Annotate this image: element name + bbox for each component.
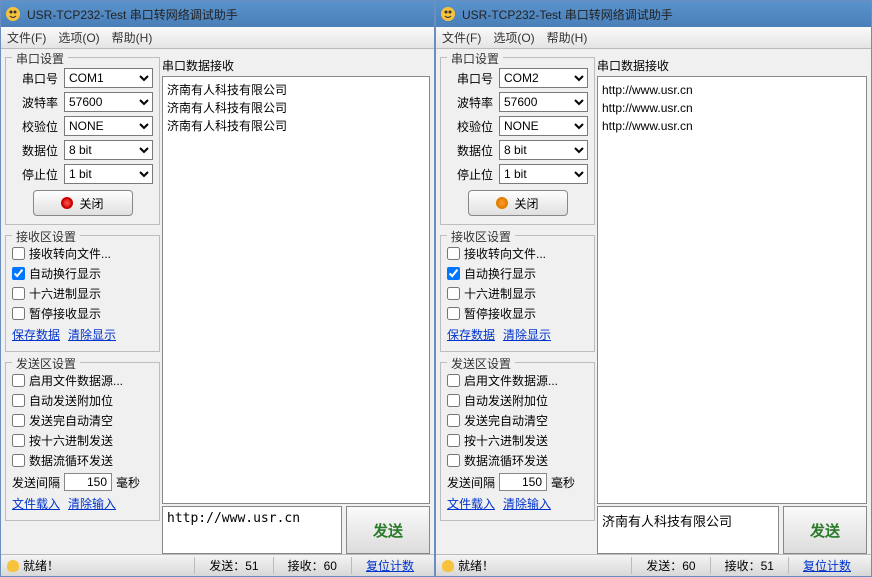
sent-count: 发送：60 bbox=[631, 557, 709, 574]
reset-counter-link[interactable]: 复位计数 bbox=[351, 557, 428, 574]
hex-display-checkbox[interactable] bbox=[447, 287, 460, 300]
hex-display-checkbox[interactable] bbox=[12, 287, 25, 300]
loop-send-checkbox[interactable] bbox=[447, 454, 460, 467]
recv-count: 接收：60 bbox=[273, 557, 351, 574]
recv-textarea[interactable]: 济南有人科技有限公司 济南有人科技有限公司 济南有人科技有限公司 bbox=[162, 76, 430, 504]
close-port-button[interactable]: 关闭 bbox=[468, 190, 568, 216]
window-0: USR-TCP232-Test 串口转网络调试助手 文件(F) 选项(O) 帮助… bbox=[0, 0, 435, 577]
databits-label: 数据位 bbox=[12, 142, 58, 159]
menubar: 文件(F) 选项(O) 帮助(H) bbox=[1, 27, 434, 49]
window-1: USR-TCP232-Test 串口转网络调试助手 文件(F) 选项(O) 帮助… bbox=[435, 0, 872, 577]
send-textarea[interactable]: 济南有人科技有限公司 bbox=[597, 506, 779, 554]
hex-send-checkbox[interactable] bbox=[12, 434, 25, 447]
send-settings-group: 发送区设置 启用文件数据源... 自动发送附加位 发送完自动清空 按十六进制发送… bbox=[5, 362, 160, 521]
recv-settings-group: 接收区设置 接收转向文件... 自动换行显示 十六进制显示 暂停接收显示 保存数… bbox=[440, 235, 595, 352]
app-icon bbox=[5, 6, 21, 22]
save-data-link[interactable]: 保存数据 bbox=[447, 328, 495, 342]
sent-count: 发送：51 bbox=[194, 557, 272, 574]
baud-label: 波特率 bbox=[447, 94, 493, 111]
recv-to-file-checkbox[interactable] bbox=[12, 247, 25, 260]
recv-count: 接收：51 bbox=[710, 557, 788, 574]
auto-append-checkbox[interactable] bbox=[12, 394, 25, 407]
group-title: 串口设置 bbox=[12, 50, 68, 67]
stopbits-select[interactable]: 1 bit bbox=[64, 164, 153, 184]
send-textarea[interactable]: http://www.usr.cn bbox=[162, 506, 342, 554]
reset-counter-link[interactable]: 复位计数 bbox=[788, 557, 865, 574]
serial-settings-group: 串口设置 串口号COM1 波特率57600 校验位NONE 数据位8 bit 停… bbox=[5, 57, 160, 225]
pause-recv-checkbox[interactable] bbox=[12, 307, 25, 320]
titlebar[interactable]: USR-TCP232-Test 串口转网络调试助手 bbox=[436, 1, 871, 27]
menu-help[interactable]: 帮助(H) bbox=[547, 29, 588, 46]
auto-append-checkbox[interactable] bbox=[447, 394, 460, 407]
stopbits-select[interactable]: 1 bit bbox=[499, 164, 588, 184]
lightbulb-icon bbox=[442, 560, 454, 572]
pause-recv-checkbox[interactable] bbox=[447, 307, 460, 320]
group-title: 串口设置 bbox=[447, 50, 503, 67]
recv-textarea[interactable]: http://www.usr.cn http://www.usr.cn http… bbox=[597, 76, 867, 504]
menu-options[interactable]: 选项(O) bbox=[58, 29, 99, 46]
file-source-checkbox[interactable] bbox=[12, 374, 25, 387]
auto-clear-checkbox[interactable] bbox=[12, 414, 25, 427]
status-dot-icon bbox=[496, 197, 508, 209]
clear-display-link[interactable]: 清除显示 bbox=[68, 328, 116, 342]
send-settings-group: 发送区设置 启用文件数据源... 自动发送附加位 发送完自动清空 按十六进制发送… bbox=[440, 362, 595, 521]
recv-section-title: 串口数据接收 bbox=[162, 57, 430, 74]
lightbulb-icon bbox=[7, 560, 19, 572]
app-icon bbox=[440, 6, 456, 22]
port-label: 串口号 bbox=[447, 70, 493, 87]
port-select[interactable]: COM1 bbox=[64, 68, 153, 88]
serial-settings-group: 串口设置 串口号COM2 波特率57600 校验位NONE 数据位8 bit 停… bbox=[440, 57, 595, 225]
parity-select[interactable]: NONE bbox=[64, 116, 153, 136]
save-data-link[interactable]: 保存数据 bbox=[12, 328, 60, 342]
port-select[interactable]: COM2 bbox=[499, 68, 588, 88]
auto-clear-checkbox[interactable] bbox=[447, 414, 460, 427]
load-file-link[interactable]: 文件载入 bbox=[12, 497, 60, 511]
databits-label: 数据位 bbox=[447, 142, 493, 159]
port-label: 串口号 bbox=[12, 70, 58, 87]
stopbits-label: 停止位 bbox=[447, 166, 493, 183]
clear-display-link[interactable]: 清除显示 bbox=[503, 328, 551, 342]
recv-section-title: 串口数据接收 bbox=[597, 57, 867, 74]
menu-help[interactable]: 帮助(H) bbox=[112, 29, 153, 46]
menubar: 文件(F) 选项(O) 帮助(H) bbox=[436, 27, 871, 49]
titlebar[interactable]: USR-TCP232-Test 串口转网络调试助手 bbox=[1, 1, 434, 27]
statusbar: 就绪！ 发送：60 接收：51 复位计数 bbox=[436, 554, 871, 576]
clear-input-link[interactable]: 清除输入 bbox=[503, 497, 551, 511]
send-button[interactable]: 发送 bbox=[783, 506, 867, 554]
parity-select[interactable]: NONE bbox=[499, 116, 588, 136]
clear-input-link[interactable]: 清除输入 bbox=[68, 497, 116, 511]
file-source-checkbox[interactable] bbox=[447, 374, 460, 387]
window-title: USR-TCP232-Test 串口转网络调试助手 bbox=[27, 6, 238, 23]
parity-label: 校验位 bbox=[12, 118, 58, 135]
auto-wrap-checkbox[interactable] bbox=[447, 267, 460, 280]
send-button[interactable]: 发送 bbox=[346, 506, 430, 554]
status-dot-icon bbox=[61, 197, 73, 209]
hex-send-checkbox[interactable] bbox=[447, 434, 460, 447]
loop-send-checkbox[interactable] bbox=[12, 454, 25, 467]
load-file-link[interactable]: 文件载入 bbox=[447, 497, 495, 511]
statusbar: 就绪！ 发送：51 接收：60 复位计数 bbox=[1, 554, 434, 576]
stopbits-label: 停止位 bbox=[12, 166, 58, 183]
interval-input[interactable] bbox=[499, 473, 547, 491]
recv-to-file-checkbox[interactable] bbox=[447, 247, 460, 260]
databits-select[interactable]: 8 bit bbox=[499, 140, 588, 160]
menu-file[interactable]: 文件(F) bbox=[442, 29, 481, 46]
baud-select[interactable]: 57600 bbox=[499, 92, 588, 112]
menu-file[interactable]: 文件(F) bbox=[7, 29, 46, 46]
baud-select[interactable]: 57600 bbox=[64, 92, 153, 112]
auto-wrap-checkbox[interactable] bbox=[12, 267, 25, 280]
parity-label: 校验位 bbox=[447, 118, 493, 135]
recv-settings-group: 接收区设置 接收转向文件... 自动换行显示 十六进制显示 暂停接收显示 保存数… bbox=[5, 235, 160, 352]
close-port-button[interactable]: 关闭 bbox=[33, 190, 133, 216]
interval-input[interactable] bbox=[64, 473, 112, 491]
databits-select[interactable]: 8 bit bbox=[64, 140, 153, 160]
baud-label: 波特率 bbox=[12, 94, 58, 111]
window-title: USR-TCP232-Test 串口转网络调试助手 bbox=[462, 6, 673, 23]
menu-options[interactable]: 选项(O) bbox=[493, 29, 534, 46]
